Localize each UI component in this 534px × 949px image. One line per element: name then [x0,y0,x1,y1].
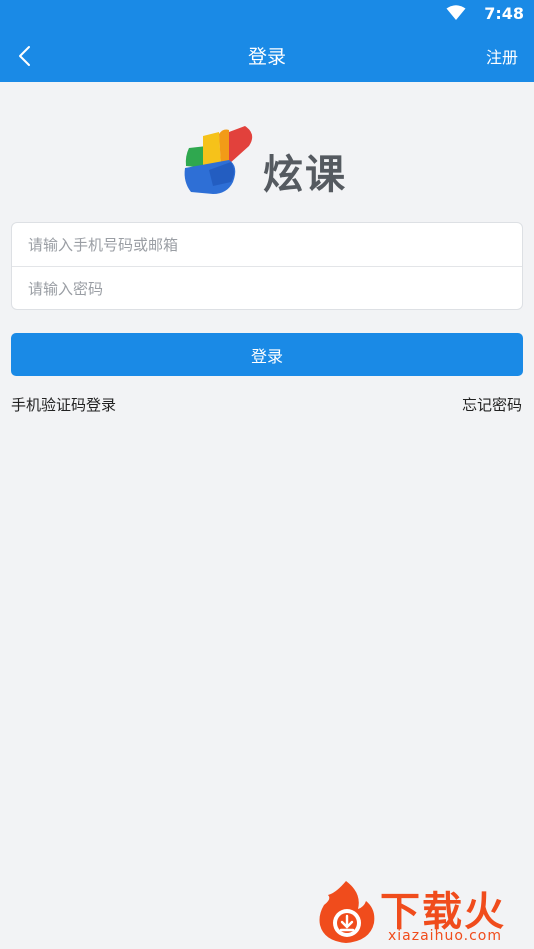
status-time: 7:48 [484,4,524,23]
login-screen: 7:48 登录 注册 炫课 登录 手机验证码登录 忘记密码 [0,0,534,949]
page-title: 登录 [247,46,286,68]
fire-download-icon [319,881,375,943]
login-form [11,222,523,310]
login-button[interactable]: 登录 [11,333,523,376]
watermark-url: xiazaihuo.com [388,928,502,944]
password-input[interactable] [12,267,522,310]
account-input[interactable] [12,223,522,266]
wifi-icon [446,5,466,20]
register-link[interactable]: 注册 [486,44,518,68]
logo-text: 炫课 [263,152,347,198]
logo-mark-icon [184,126,253,194]
forgot-password-link[interactable]: 忘记密码 [462,394,522,415]
app-header: 登录 注册 [0,28,534,82]
sms-login-link[interactable]: 手机验证码登录 [11,394,116,415]
watermark-logo: 下载火 xiazaihuo.com [316,877,534,949]
app-logo: 炫课 [183,126,358,198]
status-bar: 7:48 [0,0,534,28]
